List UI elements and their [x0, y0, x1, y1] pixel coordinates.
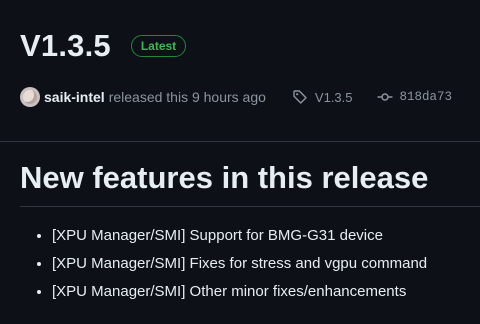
list-item: [XPU Manager/SMI] Support for BMG-G31 de… [52, 226, 427, 246]
author-link[interactable]: saik-intel [44, 89, 105, 105]
section-heading: New features in this release [20, 160, 429, 195]
released-time-text: released this 9 hours ago [108, 89, 266, 105]
git-commit-icon [377, 93, 393, 101]
heading-underline [20, 206, 480, 207]
release-title-row: V1.3.5 Latest [20, 28, 187, 64]
author-avatar[interactable] [20, 87, 40, 107]
feature-list: [XPU Manager/SMI] Support for BMG-G31 de… [20, 226, 427, 310]
release-version-title[interactable]: V1.3.5 [20, 28, 111, 64]
list-item: [XPU Manager/SMI] Fixes for stress and v… [52, 254, 427, 274]
release-panel: V1.3.5 Latest saik-intel released this 9… [0, 0, 480, 324]
latest-badge: Latest [130, 35, 187, 57]
tag-label: V1.3.5 [314, 89, 353, 105]
tag-icon [293, 90, 307, 104]
commit-link[interactable]: 818da73 [377, 89, 453, 105]
tag-link[interactable]: V1.3.5 [292, 89, 353, 105]
commit-hash: 818da73 [399, 90, 453, 104]
release-meta: saik-intel released this 9 hours ago V1.… [20, 87, 452, 107]
section-divider [0, 141, 480, 142]
list-item: [XPU Manager/SMI] Other minor fixes/enha… [52, 282, 427, 302]
